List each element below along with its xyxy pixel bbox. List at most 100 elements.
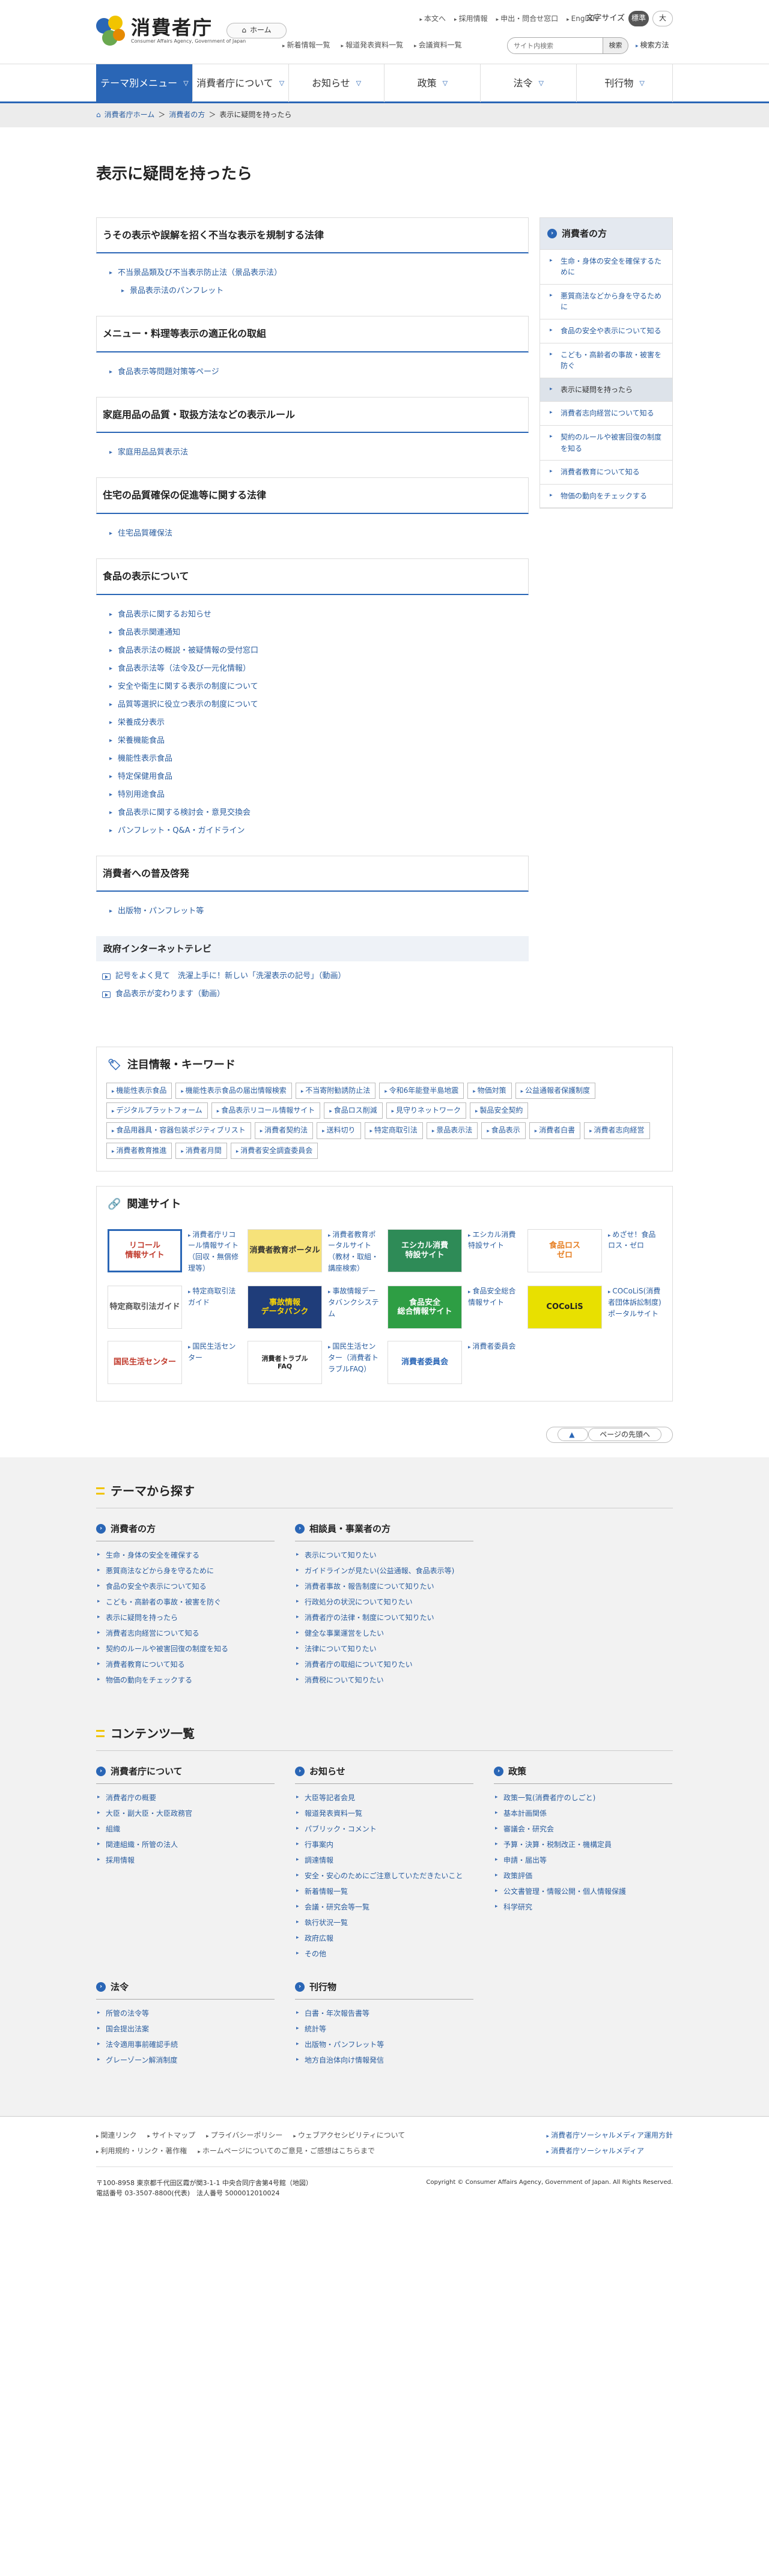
sidebar-item-label[interactable]: 消費者教育について知る xyxy=(561,468,640,476)
related-site[interactable]: 国民生活センター国民生活センター xyxy=(108,1341,242,1385)
section-link[interactable]: 品質等選択に役立つ表示の制度について xyxy=(109,696,529,714)
quick-link-press[interactable]: ▸ 報道発表資料一覧 xyxy=(341,40,404,51)
quick-link-news[interactable]: ▸ 新着情報一覧 xyxy=(282,40,330,51)
footer-link[interactable]: その他 xyxy=(295,1946,473,1962)
related-site[interactable]: 事故情報 データバンク事故情報データバンクシステム xyxy=(248,1286,381,1329)
keyword-tag[interactable]: 食品用器具・容器包装ポジティブリスト xyxy=(106,1122,251,1139)
footer-link-label[interactable]: 公文書管理・情報公開・個人情報保護 xyxy=(503,1887,626,1896)
footer-link-label[interactable]: 地方自治体向け情報発信 xyxy=(305,2056,384,2064)
related-site-banner[interactable]: 食品ロス ゼロ xyxy=(527,1229,602,1272)
footer-link-label[interactable]: 安全・安心のためにご注意していただきたいこと xyxy=(305,1872,463,1880)
footer-link-label[interactable]: 契約のルールや被害回復の制度を知る xyxy=(106,1645,228,1653)
sidebar-item[interactable]: 消費者志向経営について知る xyxy=(540,402,672,426)
footer-link-label[interactable]: 申請・届出等 xyxy=(503,1856,547,1864)
related-site-label[interactable]: 事故情報データバンクシステム xyxy=(328,1286,381,1319)
sidebar-item-label[interactable]: 契約のルールや被害回復の制度を知る xyxy=(561,433,661,453)
sidebar-item-label[interactable]: 生命・身体の安全を確保するために xyxy=(561,257,661,277)
footer-link[interactable]: 採用情報 xyxy=(96,1852,275,1868)
footer-link-label[interactable]: 新着情報一覧 xyxy=(305,1887,348,1896)
section-link[interactable]: 不当景品類及び不当表示防止法（景品表示法） xyxy=(109,264,529,282)
footer-link-label[interactable]: 食品の安全や表示について知る xyxy=(106,1582,207,1591)
footer-bottom-link[interactable]: ▸ 利用規約・リンク・著作権 xyxy=(96,2145,187,2157)
footer-link-label[interactable]: 白書・年次報告書等 xyxy=(305,2009,369,2018)
keyword-tag[interactable]: 機能性表示食品の届出情報検索 xyxy=(175,1082,292,1099)
keyword-tag[interactable]: 見守りネットワーク xyxy=(386,1102,467,1119)
footer-link-label[interactable]: 物価の動向をチェックする xyxy=(106,1676,192,1684)
footer-link[interactable]: こども・高齢者の事故・被害を防ぐ xyxy=(96,1594,275,1610)
footer-link[interactable]: 統計等 xyxy=(295,2021,473,2037)
footer-link-label[interactable]: 関連組織・所管の法人 xyxy=(106,1840,178,1849)
related-site-banner[interactable]: 国民生活センター xyxy=(108,1341,182,1385)
sns-policy-link[interactable]: ▸ 消費者庁ソーシャルメディア運用方針 xyxy=(547,2131,673,2139)
footer-link-label[interactable]: 基本計画関係 xyxy=(503,1809,547,1818)
sidebar-item[interactable]: 消費者教育について知る xyxy=(540,461,672,485)
quick-link-meetings[interactable]: ▸ 会議資料一覧 xyxy=(414,40,462,51)
footer-link[interactable]: 組織 xyxy=(96,1821,275,1837)
footer-bottom-link-label[interactable]: サイトマップ xyxy=(152,2131,195,2139)
section-link-label[interactable]: パンフレット・Q&A・ガイドライン xyxy=(118,826,245,835)
footer-link-label[interactable]: 消費者事故・報告制度について知りたい xyxy=(305,1582,434,1591)
keyword-tag[interactable]: 食品表示リコール情報サイト xyxy=(211,1102,321,1119)
home-button[interactable]: ⌂ ホーム xyxy=(226,23,287,38)
footer-link-label[interactable]: 消費税について知りたい xyxy=(305,1676,384,1684)
section-link-label[interactable]: 栄養成分表示 xyxy=(118,718,165,727)
sidebar-item[interactable]: こども・高齢者の事故・被害を防ぐ xyxy=(540,343,672,378)
footer-link[interactable]: 政策評価 xyxy=(494,1868,672,1884)
section-link-label[interactable]: 不当景品類及び不当表示防止法（景品表示法） xyxy=(118,268,282,277)
section-link-label[interactable]: 特別用途食品 xyxy=(118,790,165,799)
section-link[interactable]: 機能性表示食品 xyxy=(109,750,529,768)
keyword-tag[interactable]: 物価対策 xyxy=(467,1082,512,1099)
footer-link-label[interactable]: ガイドラインが見たい(公益通報、食品表示等) xyxy=(305,1567,454,1575)
footer-bottom-link[interactable]: ▸ サイトマップ xyxy=(148,2130,196,2141)
footer-link[interactable]: 消費者庁の取組について知りたい xyxy=(295,1657,473,1672)
footer-link[interactable]: 消費者庁の法律・制度について知りたい xyxy=(295,1610,473,1625)
footer-link-label[interactable]: 法律について知りたい xyxy=(305,1645,377,1653)
keyword-tag[interactable]: 送料切り xyxy=(317,1122,361,1139)
footer-bottom-link-label[interactable]: 利用規約・リンク・著作権 xyxy=(101,2147,187,2155)
keyword-tag[interactable]: 不当寄附勧誘防止法 xyxy=(295,1082,376,1099)
sns-link[interactable]: ▸ 消費者庁ソーシャルメディア xyxy=(547,2147,644,2155)
footer-link[interactable]: 科学研究 xyxy=(494,1899,672,1915)
section-link-label[interactable]: 家庭用品品質表示法 xyxy=(118,448,188,457)
footer-link-label[interactable]: 表示に疑問を持ったら xyxy=(106,1613,178,1622)
footer-link[interactable]: 会議・研究会等一覧 xyxy=(295,1899,473,1915)
sidebar-item[interactable]: 契約のルールや被害回復の制度を知る xyxy=(540,425,672,461)
footer-link-label[interactable]: 悪質商法などから身を守るために xyxy=(106,1567,214,1575)
footer-link-label[interactable]: 消費者教育について知る xyxy=(106,1660,185,1669)
footer-bottom-link[interactable]: ▸ ホームページについてのご意見・ご感想はこちらまで xyxy=(198,2145,375,2157)
footer-link[interactable]: 消費者教育について知る xyxy=(96,1657,275,1672)
related-site-banner[interactable]: 消費者委員会 xyxy=(388,1341,462,1385)
footer-link-label[interactable]: パブリック・コメント xyxy=(305,1825,377,1833)
footer-link[interactable]: 出版物・パンフレット等 xyxy=(295,2037,473,2052)
footer-link[interactable]: 政策一覧(消費者庁のしごと) xyxy=(494,1790,672,1806)
footer-bottom-link-label[interactable]: 関連リンク xyxy=(101,2131,137,2139)
related-site[interactable]: 食品安全 総合情報サイト食品安全総合情報サイト xyxy=(388,1286,521,1329)
footer-link-label[interactable]: 政府広報 xyxy=(305,1934,333,1943)
sidebar-item[interactable]: 悪質商法などから身を守るために xyxy=(540,284,672,319)
footer-link-label[interactable]: 予算・決算・税制改正・機構定員 xyxy=(503,1840,612,1849)
gnav-publications[interactable]: 刊行物 ▽ xyxy=(576,64,673,102)
keyword-tag[interactable]: 消費者志向経営 xyxy=(584,1122,650,1139)
keyword-tag[interactable]: 景品表示法 xyxy=(426,1122,478,1139)
sidebar-item-label[interactable]: 消費者志向経営について知る xyxy=(561,409,654,417)
footer-link-label[interactable]: こども・高齢者の事故・被害を防ぐ xyxy=(106,1598,221,1606)
footer-link[interactable]: 基本計画関係 xyxy=(494,1806,672,1821)
related-site[interactable]: 消費者教育ポータル消費者教育ポータルサイト（教材・取組・講座検索） xyxy=(248,1229,381,1274)
section-link-label[interactable]: 安全や衛生に関する表示の制度について xyxy=(118,682,258,691)
footer-link-label[interactable]: 組織 xyxy=(106,1825,120,1833)
related-site[interactable]: リコール 情報サイト消費者庁リコール情報サイト（回収・無償修理等） xyxy=(108,1229,242,1274)
footer-link-label[interactable]: 国会提出法案 xyxy=(106,2025,149,2033)
footer-link-label[interactable]: 健全な事業運営をしたい xyxy=(305,1629,384,1637)
footer-link[interactable]: グレーゾーン解消制度 xyxy=(96,2052,275,2068)
keyword-tag[interactable]: 令和6年能登半島地震 xyxy=(379,1082,464,1099)
sidebar-item-label[interactable]: 悪質商法などから身を守るために xyxy=(561,292,661,312)
keyword-tag[interactable]: デジタルプラットフォーム xyxy=(106,1102,208,1119)
keyword-tag[interactable]: 消費者安全調査委員会 xyxy=(230,1142,318,1159)
section-link-label[interactable]: 食品表示法等（法令及び一元化情報） xyxy=(118,664,251,673)
related-site-label[interactable]: 消費者庁リコール情報サイト（回収・無償修理等） xyxy=(188,1229,242,1274)
footer-link[interactable]: 関連組織・所管の法人 xyxy=(96,1837,275,1852)
footer-link-label[interactable]: 行政処分の状況について知りたい xyxy=(305,1598,413,1606)
footer-bottom-link[interactable]: ▸ ウェブアクセシビリティについて xyxy=(293,2130,405,2141)
section-link[interactable]: 出版物・パンフレット等 xyxy=(109,903,529,921)
footer-link[interactable]: 行事案内 xyxy=(295,1837,473,1852)
